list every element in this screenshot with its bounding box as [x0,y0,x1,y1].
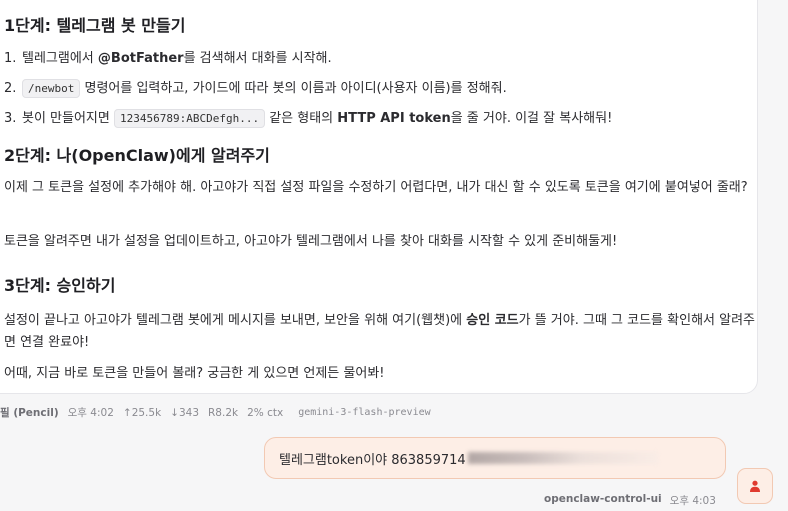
user-message-bubble: 텔레그램token이야 863859714 [264,437,726,479]
user-timestamp: 오후 4:03 [669,495,716,507]
step3-heading: 3단계: 승인하기 [4,276,116,295]
step3-paragraph-2: 어때, 지금 바로 토큰을 만들어 볼래? 궁금한 게 있으면 언제든 물어봐! [4,366,385,381]
model-name: gemini-3-flash-preview [298,407,431,418]
list-text: 봇이 만들어지면 [22,111,114,126]
list-item: 3. 봇이 만들어지면 123456789:ABCDefgh... 같은 형태의 … [4,104,612,134]
list-text: 명령어를 입력하고, 가이드에 따라 봇의 이름과 아이디(사용자 이름)를 정… [80,81,507,96]
list-number: 2. [4,81,17,96]
tokens-down: ↓343 [170,406,199,419]
step2-heading: 2단계: 나(OpenClaw)에게 알려주기 [4,146,270,165]
context-usage: 2% ctx [247,406,284,419]
step1-heading: 1단계: 텔레그램 봇 만들기 [4,16,186,35]
list-number: 3. [4,111,17,126]
tokens-read: R8.2k [208,406,239,419]
user-message-meta: openclaw-control-ui 오후 4:03 [544,493,716,508]
list-bold-text: @BotFather [97,51,184,66]
tokens-up: ↑25.5k [122,406,162,419]
list-number: 1. [4,51,17,66]
paragraph-text: 설정이 끝나고 아고야가 텔레그램 봇에게 메시지를 보내면, 보안을 위해 여… [4,313,467,328]
paragraph-bold-text: 승인 코드 [466,313,519,328]
step2-paragraph-1: 이제 그 토큰을 설정에 추가해야 해. 아고야가 직접 설정 파일을 수정하기… [4,180,748,195]
redacted-token-blur [467,452,658,464]
assistant-message-meta: 필 (Pencil) 오후 4:02 ↑25.5k ↓343 R8.2k 2% … [0,405,431,420]
user-icon [750,480,760,492]
step3-paragraph-1: 설정이 끝나고 아고야가 텔레그램 봇에게 메시지를 보내면, 보안을 위해 여… [4,310,756,354]
list-text: 같은 형태의 [265,111,338,126]
list-item: 2. /newbot 명령어를 입력하고, 가이드에 따라 봇의 이름과 아이디(… [4,74,612,104]
sender-name: 필 (Pencil) [0,407,59,419]
list-text: 를 검색해서 대화를 시작해. [183,51,332,66]
user-message-text: 텔레그램token이야 863859714 [279,452,466,468]
list-text: 텔레그램에서 [22,51,98,66]
step1-list: 1. 텔레그램에서 @BotFather를 검색해서 대화를 시작해. 2. /ne… [4,44,612,134]
user-avatar [737,468,773,504]
inline-code: 123456789:ABCDefgh... [114,109,266,128]
inline-code: /newbot [22,79,81,98]
list-item: 1. 텔레그램에서 @BotFather를 검색해서 대화를 시작해. [4,44,612,74]
list-bold-text: HTTP API token [337,111,451,126]
timestamp: 오후 4:02 [67,407,114,419]
list-text: 을 줄 거야. 이걸 잘 복사해둬! [450,111,613,126]
user-sender-name: openclaw-control-ui [544,493,662,505]
step2-paragraph-2: 토큰을 알려주면 내가 설정을 업데이트하고, 아고야가 텔레그램에서 나를 찾… [4,234,618,249]
